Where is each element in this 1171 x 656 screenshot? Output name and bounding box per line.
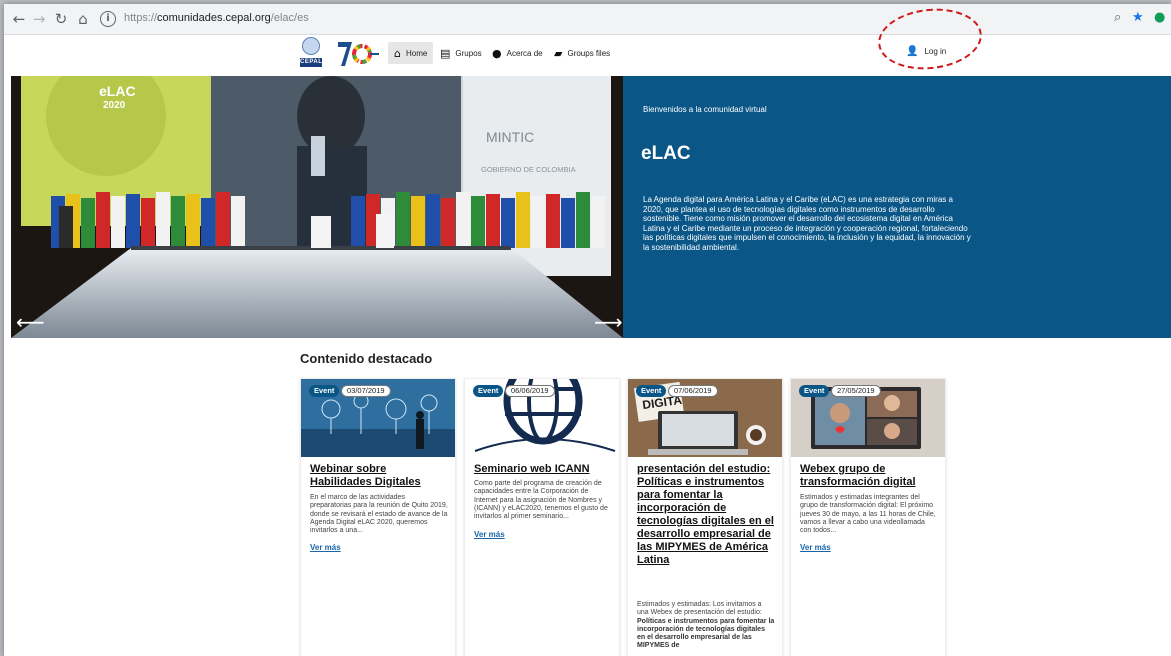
hero-carousel-image: eLAC 2020 MINTIC GOBIERNO DE COLOMBIA	[11, 76, 623, 338]
hero-title: eLAC	[641, 143, 691, 164]
event-badge: Event	[473, 385, 504, 397]
info-icon[interactable]: i	[100, 11, 116, 27]
un-emblem-icon	[302, 37, 320, 55]
site-header: CEPAL ⌂ Home ▤ Grupos ● Acerca de ▰ Grou…	[4, 35, 1171, 76]
featured-card-webex[interactable]: Event 27/05/2019 Webex grupo de transfor…	[790, 378, 946, 656]
card-title[interactable]: Webinar sobre Habilidades Digitales	[310, 463, 450, 489]
ver-mas-link[interactable]: Ver más	[310, 543, 341, 552]
hero-image-gobierno-text: GOBIERNO DE COLOMBIA	[481, 165, 576, 174]
card-thumbnail: Event 27/05/2019	[791, 379, 945, 457]
hero-image-elac-text: eLAC	[99, 83, 136, 99]
card-thumbnail: Event 03/07/2019	[301, 379, 455, 457]
seventy-anniversary-logo[interactable]	[336, 39, 380, 69]
event-badge: Event	[636, 385, 667, 397]
card-description: En el marco de las actividades preparato…	[310, 494, 448, 535]
info-icon: ●	[492, 46, 502, 60]
card-thumbnail: DIGITA Event 07/06/2019	[628, 379, 782, 457]
event-badge: Event	[799, 385, 830, 397]
carousel-next-arrow[interactable]: ⟶	[594, 312, 623, 332]
card-title[interactable]: presentación del estudio: Políticas e in…	[637, 463, 777, 567]
arrow-right-icon[interactable]: →	[30, 10, 48, 28]
featured-card-webinar[interactable]: Event 03/07/2019 Webinar sobre Habilidad…	[300, 378, 456, 656]
browser-toolbar: ← → ↻ ⌂ i https://comunidades.cepal.org/…	[4, 4, 1171, 35]
ver-mas-link[interactable]: Ver más	[474, 530, 505, 539]
nav-home[interactable]: ⌂ Home	[388, 42, 434, 64]
nav-grupos[interactable]: ▤ Grupos	[440, 42, 482, 64]
reload-icon[interactable]: ↻	[52, 10, 70, 28]
star-icon[interactable]: ★	[1132, 10, 1144, 26]
files-icon: ▰	[554, 46, 563, 60]
card-thumbnail: Event 06/06/2019	[465, 379, 619, 457]
featured-section-title: Contenido destacado	[300, 351, 433, 366]
date-badge: 27/05/2019	[831, 385, 881, 397]
hero-text-panel: Bienvenidos a la comunidad virtual eLAC …	[623, 76, 1171, 338]
card-description: Estimados y estimadas integrantes del gr…	[800, 494, 936, 535]
arrow-left-icon[interactable]: ←	[10, 10, 28, 28]
hero-description: La Agenda digital para América Latina y …	[643, 195, 971, 252]
event-photo: eLAC 2020 MINTIC GOBIERNO DE COLOMBIA	[11, 76, 623, 338]
date-badge: 07/06/2019	[668, 385, 718, 397]
hero-kicker: Bienvenidos a la comunidad virtual	[643, 105, 767, 114]
url-text[interactable]: https://comunidades.cepal.org/elac/es	[124, 12, 309, 24]
date-badge: 06/06/2019	[505, 385, 555, 397]
hero-image-mintic-text: MINTIC	[486, 129, 534, 145]
card-description: Como parte del programa de creación de c…	[474, 480, 608, 521]
carousel-prev-arrow[interactable]: ⟵	[16, 312, 45, 332]
featured-card-presentacion[interactable]: DIGITA Event 07/06/2019 presentación del…	[627, 378, 783, 656]
ver-mas-link[interactable]: Ver más	[800, 543, 831, 552]
home-icon[interactable]: ⌂	[74, 10, 92, 28]
card-title[interactable]: Seminario web ICANN	[474, 463, 614, 476]
nav-acerca-de[interactable]: ● Acerca de	[492, 42, 543, 64]
zoom-icon[interactable]: ⌕	[1114, 10, 1121, 26]
cepal-logo-text: CEPAL	[300, 58, 323, 67]
cepal-logo[interactable]: CEPAL	[300, 37, 322, 71]
card-title[interactable]: Webex grupo de transformación digital	[800, 463, 940, 489]
extension-icon[interactable]: ●	[1154, 10, 1165, 26]
browser-window: ← → ↻ ⌂ i https://comunidades.cepal.org/…	[4, 4, 1171, 656]
date-badge: 03/07/2019	[341, 385, 391, 397]
featured-card-icann[interactable]: Event 06/06/2019 Seminario web ICANN Com…	[464, 378, 620, 656]
nav-groups-files[interactable]: ▰ Groups files	[554, 42, 610, 64]
card-description: Estimados y estimadas: Los invitamos a u…	[637, 601, 775, 650]
home-icon: ⌂	[394, 46, 401, 60]
event-badge: Event	[309, 385, 340, 397]
hero-image-year-text: 2020	[103, 100, 126, 111]
groups-icon: ▤	[440, 46, 451, 60]
